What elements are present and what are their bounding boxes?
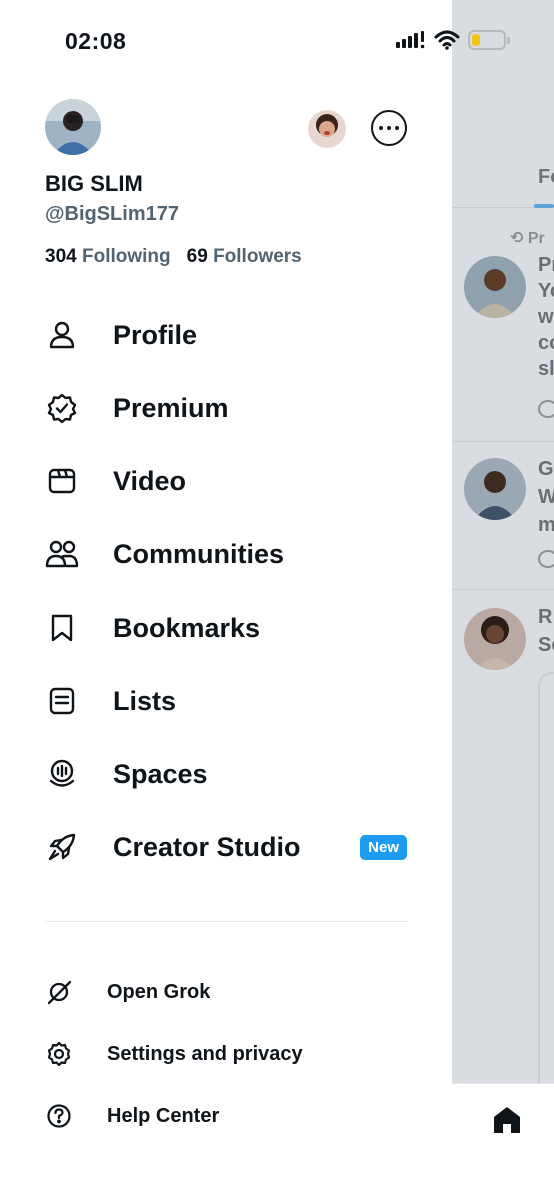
more-options-button[interactable] <box>371 110 407 146</box>
spaces-mic-icon <box>45 757 79 791</box>
avatar[interactable] <box>464 458 526 520</box>
switch-account-avatar[interactable] <box>308 110 346 148</box>
menu-divider <box>45 921 407 922</box>
menu-item-label: Lists <box>113 685 177 716</box>
battery-icon <box>468 30 510 50</box>
menu-item-video[interactable]: Video <box>45 456 407 506</box>
followers-count: 69 <box>186 246 208 267</box>
post-text-line: G <box>538 458 554 480</box>
menu-item-open-grok[interactable]: Open Grok <box>45 972 407 1012</box>
menu-item-label: Video <box>113 465 187 496</box>
wifi-icon <box>434 30 460 50</box>
display-name: BIG SLIM <box>45 171 143 196</box>
timeline-post[interactable]: Pr Yo w co sl <box>452 208 554 442</box>
post-text-line: m <box>538 514 554 536</box>
menu-item-label: Open Grok <box>107 980 211 1003</box>
bookmark-icon <box>45 611 79 645</box>
avatar[interactable] <box>464 608 526 670</box>
followers-label: Followers <box>213 246 302 267</box>
reply-icon[interactable] <box>538 400 554 418</box>
signal-icon <box>396 31 425 49</box>
post-text-line: W <box>538 486 554 508</box>
menu-item-creator-studio[interactable]: Creator Studio New <box>45 822 407 872</box>
new-badge: New <box>360 834 407 860</box>
list-icon <box>45 684 79 718</box>
menu-item-label: Bookmarks <box>113 612 261 643</box>
video-clapper-icon <box>45 464 79 498</box>
reply-icon[interactable] <box>538 550 554 568</box>
status-indicators <box>396 30 510 50</box>
verified-badge-icon <box>45 391 79 425</box>
people-icon <box>45 537 79 571</box>
followers-link[interactable]: 69 Followers <box>187 246 302 268</box>
following-label: Following <box>81 246 171 267</box>
menu-item-profile[interactable]: Profile <box>45 310 407 360</box>
dot <box>379 126 383 130</box>
help-icon <box>45 1102 73 1130</box>
menu-item-label: Settings and privacy <box>107 1042 303 1065</box>
person-icon <box>45 318 79 352</box>
menu-item-label: Profile <box>113 319 198 350</box>
post-text-line: sl <box>538 358 554 380</box>
menu-item-communities[interactable]: Communities <box>45 529 407 579</box>
menu-item-settings[interactable]: Settings and privacy <box>45 1034 407 1074</box>
menu-item-help-center[interactable]: Help Center <box>45 1096 407 1136</box>
avatar[interactable] <box>464 256 526 318</box>
battery-level <box>472 34 480 46</box>
dot <box>395 126 399 130</box>
user-handle: @BigSLim177 <box>45 203 179 225</box>
gear-icon <box>45 1040 73 1068</box>
post-text-line: w <box>538 306 554 328</box>
following-link[interactable]: 304 Following <box>45 246 171 268</box>
post-text-line: Yo <box>538 280 554 302</box>
background-timeline: Fo ⟲ Pr Pr Yo w co sl G W <box>452 0 554 1200</box>
menu-item-label: Help Center <box>107 1104 220 1127</box>
menu-item-spaces[interactable]: Spaces <box>45 749 407 799</box>
menu-item-label: Creator Studio <box>113 831 301 862</box>
rocket-icon <box>45 830 79 864</box>
follow-stats: 304 Following 69 Followers <box>45 246 302 268</box>
bottom-tab-bar <box>452 1083 554 1200</box>
menu-item-premium[interactable]: Premium <box>45 383 407 433</box>
post-text-line: R <box>538 606 553 628</box>
post-text-line: Se <box>538 634 554 656</box>
menu-item-label: Communities <box>113 538 285 569</box>
menu-item-lists[interactable]: Lists <box>45 676 407 726</box>
timeline-post[interactable]: G W m <box>452 442 554 590</box>
following-count: 304 <box>45 246 77 267</box>
menu-item-label: Spaces <box>113 758 208 789</box>
status-time: 02:08 <box>65 28 127 54</box>
dot <box>387 126 391 130</box>
post-text-line: co <box>538 332 554 354</box>
post-text-line: Pr <box>538 254 554 276</box>
grok-icon <box>45 978 73 1006</box>
home-icon[interactable] <box>491 1104 523 1136</box>
timeline-tab-bar: Fo <box>452 150 554 208</box>
menu-item-bookmarks[interactable]: Bookmarks <box>45 603 407 653</box>
menu-item-label: Premium <box>113 392 229 423</box>
profile-avatar[interactable] <box>45 99 101 155</box>
timeline-tab-following[interactable]: Fo <box>538 166 554 189</box>
